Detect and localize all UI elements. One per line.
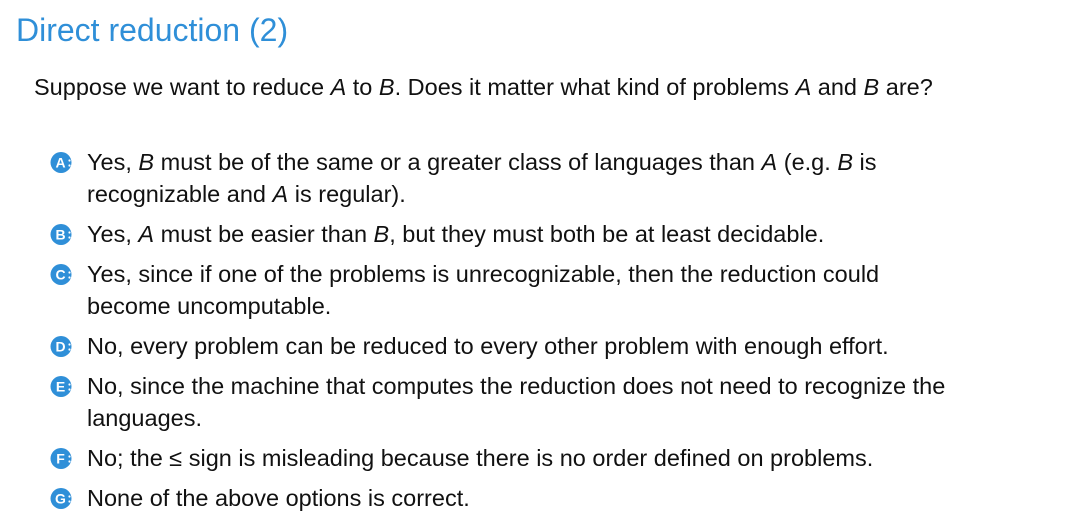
option-text: must be easier than — [154, 221, 374, 247]
option-text: Yes, — [87, 149, 139, 175]
option-var: A — [761, 149, 778, 175]
question-var-a: A — [795, 74, 812, 100]
option-text: must be of the same or a greater class o… — [154, 149, 762, 175]
svg-text:E: E — [56, 379, 65, 395]
option-text: sign is misleading because there is no o… — [182, 445, 874, 471]
option-text: None of the above options is correct. — [87, 485, 470, 511]
leq-symbol: ≤ — [169, 445, 183, 471]
option-g: G None of the above options is correct. — [50, 482, 1050, 514]
option-e-badge-icon: E — [50, 376, 72, 397]
option-var: B — [373, 221, 390, 247]
option-c: C Yes, since if one of the problems is u… — [50, 258, 1050, 322]
option-e: E No, since the machine that computes th… — [50, 370, 1050, 434]
question-var-b: B — [378, 74, 395, 100]
question-part: Suppose we want to reduce — [34, 74, 331, 100]
option-text: No, since the machine that computes the … — [87, 373, 946, 399]
option-d: D No, every problem can be reduced to ev… — [50, 330, 1050, 362]
slide: Direct reduction (2) Suppose we want to … — [0, 0, 1065, 532]
option-text: recognizable and — [87, 181, 273, 207]
option-text: is regular). — [288, 181, 406, 207]
option-var: A — [138, 221, 155, 247]
option-a: A Yes, B must be of the same or a greate… — [50, 146, 1050, 210]
option-text: No; the — [87, 445, 170, 471]
option-d-badge-icon: D — [50, 336, 72, 357]
option-a-badge-icon: A — [50, 152, 72, 173]
option-var: B — [138, 149, 155, 175]
svg-text:C: C — [55, 267, 65, 283]
question-text: Suppose we want to reduce A to B. Does i… — [34, 74, 933, 101]
option-var: B — [837, 149, 853, 175]
option-c-badge-icon: C — [50, 264, 72, 285]
svg-text:G: G — [55, 491, 66, 507]
slide-title: Direct reduction (2) — [16, 12, 289, 48]
option-f: F No; the ≤ sign is misleading because t… — [50, 442, 1050, 474]
question-part: are? — [879, 74, 933, 100]
option-b: B Yes, A must be easier than B, but they… — [50, 218, 1050, 250]
svg-text:F: F — [56, 451, 65, 467]
question-part: . Does it matter what kind of problems — [394, 74, 796, 100]
option-text: Yes, since if one of the problems is unr… — [87, 261, 880, 287]
question-var-b: B — [863, 74, 880, 100]
option-text: Yes, — [87, 221, 139, 247]
question-var-a: A — [330, 74, 347, 100]
option-text: become uncomputable. — [87, 293, 332, 319]
option-var: A — [272, 181, 289, 207]
svg-text:A: A — [55, 155, 65, 171]
question-part: and — [811, 74, 864, 100]
option-text: (e.g. — [777, 149, 838, 175]
option-text: No, every problem can be reduced to ever… — [87, 333, 889, 359]
option-g-badge-icon: G — [50, 488, 72, 509]
option-f-badge-icon: F — [50, 448, 72, 469]
option-b-badge-icon: B — [50, 224, 72, 245]
question-part: to — [346, 74, 379, 100]
option-text: , but they must both be at least decidab… — [389, 221, 825, 247]
answer-options: A Yes, B must be of the same or a greate… — [50, 146, 1050, 514]
svg-text:D: D — [55, 339, 65, 355]
svg-text:B: B — [55, 227, 65, 243]
option-text: languages. — [87, 405, 202, 431]
option-text: is — [853, 149, 877, 175]
